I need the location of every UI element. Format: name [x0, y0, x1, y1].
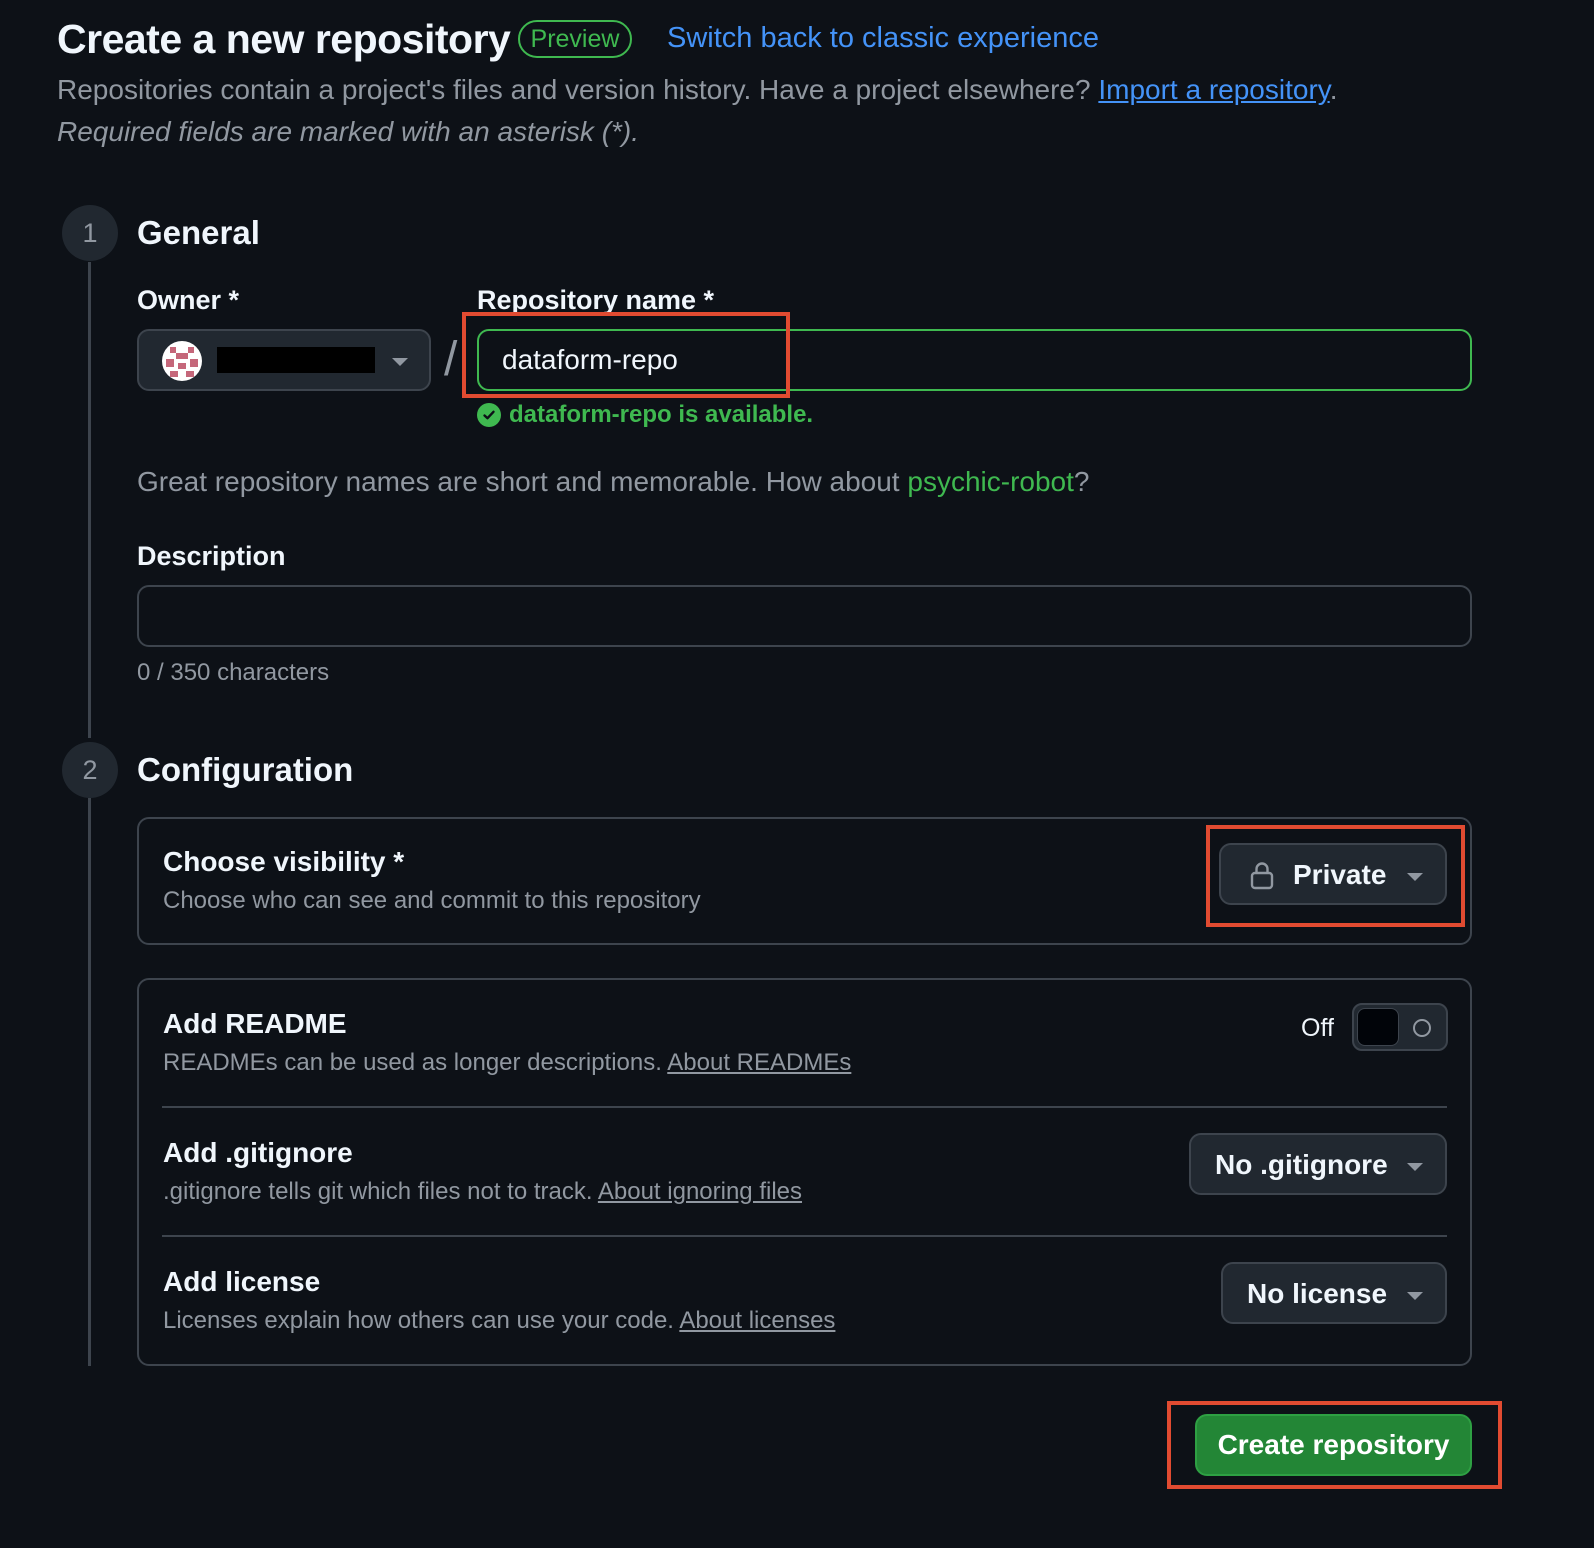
description-char-count: 0 / 350 characters [137, 659, 330, 686]
owner-avatar [162, 341, 202, 381]
toggle-off-icon [1413, 1019, 1431, 1037]
timeline-line-configuration [88, 798, 91, 1366]
gitignore-dropdown[interactable]: No .gitignore [1189, 1133, 1447, 1195]
configuration-heading: Configuration [137, 751, 354, 788]
toggle-knob [1357, 1008, 1399, 1046]
owner-repo-separator: / [444, 333, 458, 386]
chevron-down-icon [1407, 1163, 1423, 1171]
highlight-box-create [1167, 1401, 1502, 1489]
suggestion-text: Great repository names are short and mem… [137, 466, 900, 497]
readme-title: Add README [163, 1008, 347, 1039]
timeline-line-general [88, 262, 91, 738]
required-note: Required fields are marked with an aster… [57, 116, 640, 147]
highlight-box-visibility [1206, 825, 1465, 927]
import-repository-link[interactable]: Import a repository [1098, 74, 1329, 105]
license-desc: Licenses explain how others can use your… [163, 1307, 835, 1335]
highlight-box-repo-name [462, 312, 790, 398]
chevron-down-icon [392, 358, 408, 366]
page-title: Create a new repository [57, 16, 511, 62]
owner-name-redacted [217, 347, 375, 373]
name-suggestion: Great repository names are short and mem… [137, 466, 1089, 498]
gitignore-value: No .gitignore [1215, 1149, 1388, 1180]
about-licenses-link[interactable]: About licenses [679, 1307, 835, 1334]
about-ignoring-files-link[interactable]: About ignoring files [598, 1178, 802, 1205]
gitignore-desc: .gitignore tells git which files not to … [163, 1178, 802, 1206]
divider [162, 1235, 1447, 1237]
suggested-name-link[interactable]: psychic-robot [907, 466, 1074, 497]
license-desc-text: Licenses explain how others can use your… [163, 1307, 674, 1334]
readme-toggle-label: Off [1301, 1014, 1334, 1042]
owner-label: Owner * [137, 285, 240, 315]
check-circle-icon [477, 403, 501, 427]
divider [162, 1106, 1447, 1108]
about-readmes-link[interactable]: About READMEs [667, 1049, 851, 1076]
visibility-title: Choose visibility * [163, 846, 405, 877]
suggestion-suffix: ? [1073, 466, 1090, 497]
preview-badge: Preview [518, 20, 632, 58]
visibility-desc: Choose who can see and commit to this re… [163, 887, 701, 914]
switch-classic-link[interactable]: Switch back to classic experience [667, 22, 1099, 55]
step-1-circle: 1 [62, 205, 118, 261]
owner-select[interactable] [137, 329, 431, 391]
description-input[interactable] [137, 585, 1472, 647]
readme-desc: READMEs can be used as longer descriptio… [163, 1049, 851, 1077]
step-2-circle: 2 [62, 742, 118, 798]
gitignore-title: Add .gitignore [163, 1137, 353, 1168]
intro-sentence: Repositories contain a project's files a… [57, 74, 1091, 105]
description-label: Description [137, 541, 286, 571]
readme-toggle[interactable] [1352, 1003, 1448, 1051]
gitignore-desc-text: .gitignore tells git which files not to … [163, 1178, 593, 1205]
intro-text: Repositories contain a project's files a… [57, 74, 1338, 105]
license-value: No license [1247, 1278, 1388, 1309]
availability-message: dataform-repo is available. [477, 401, 813, 429]
license-title: Add license [163, 1266, 321, 1297]
license-dropdown[interactable]: No license [1221, 1262, 1447, 1324]
chevron-down-icon [1407, 1292, 1423, 1300]
readme-desc-text: READMEs can be used as longer descriptio… [163, 1049, 662, 1076]
general-heading: General [137, 214, 260, 251]
availability-text: dataform-repo is available. [509, 401, 814, 428]
